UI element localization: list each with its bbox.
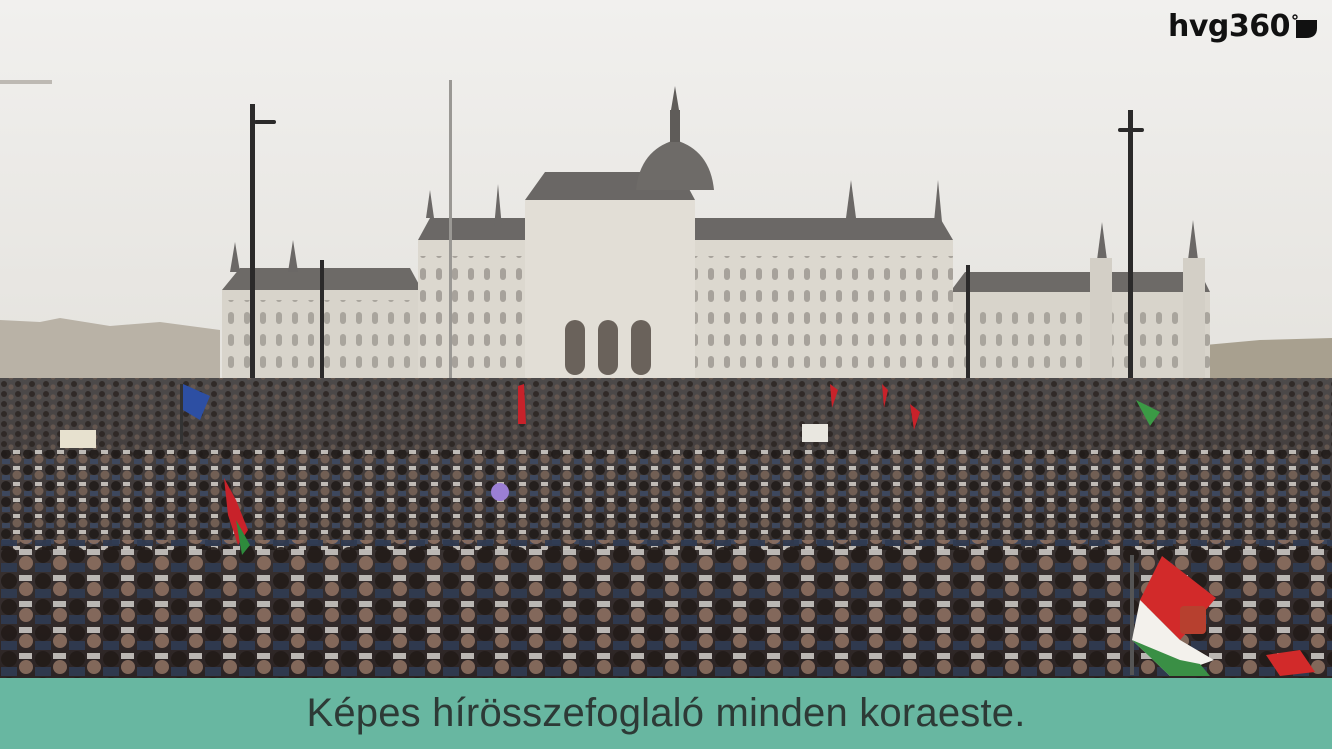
hvg360-logo[interactable]: hvg360: [1168, 12, 1318, 42]
news-photo: [0, 0, 1332, 678]
play-wedge-icon: [1292, 14, 1317, 38]
balloon: [491, 483, 509, 501]
caption-bar: Képes hírösszefoglaló minden koraeste.: [0, 678, 1332, 749]
protest-sign: [802, 424, 828, 442]
protest-sign: [60, 430, 96, 448]
parliament-protest-photo: [0, 0, 1332, 678]
caption-text: Képes hírösszefoglaló minden koraeste.: [306, 691, 1026, 735]
logo-text: hvg360: [1167, 9, 1291, 44]
